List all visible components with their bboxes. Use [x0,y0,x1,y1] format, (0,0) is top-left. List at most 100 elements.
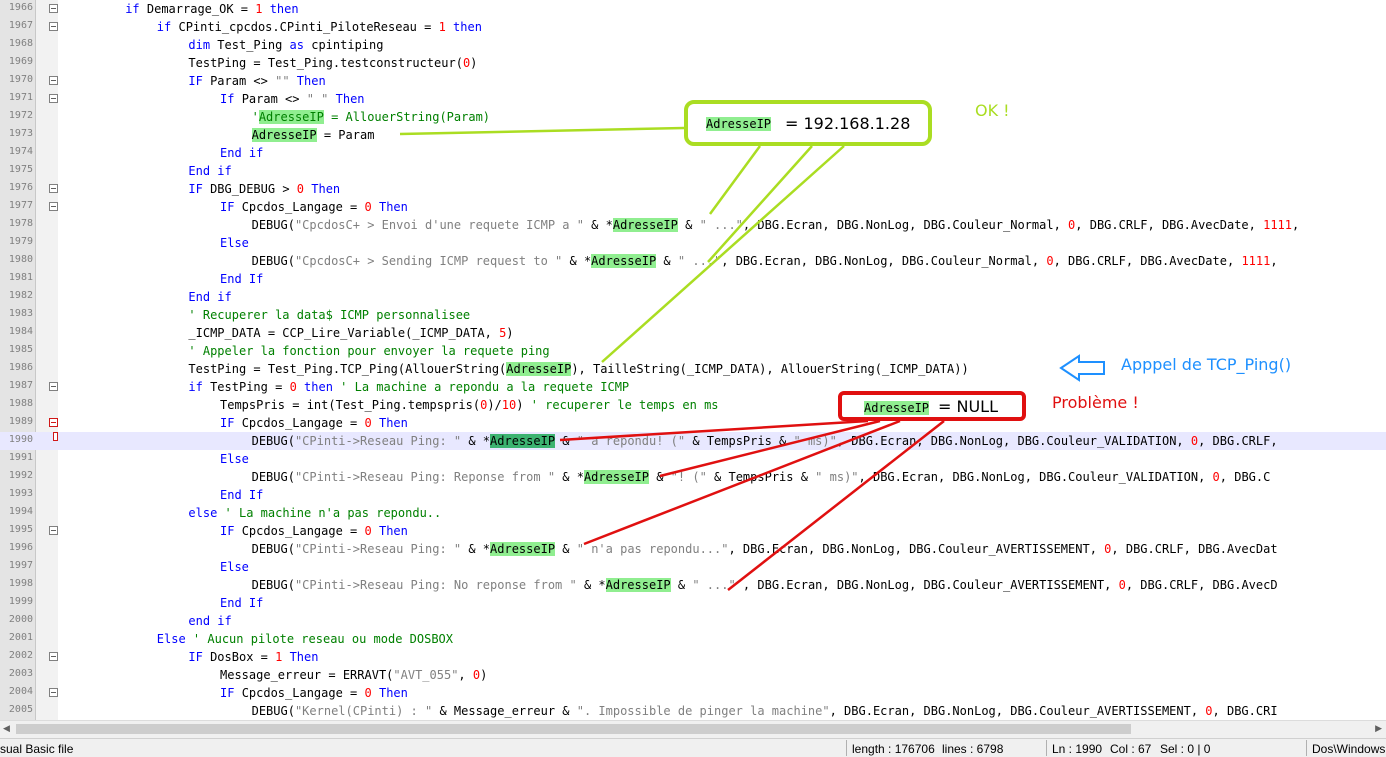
scrollbar-thumb[interactable] [16,724,1131,734]
call-annotation-text: Apppel de TCP_Ping() [1121,355,1292,374]
code-token: " ..." [677,254,722,268]
code-line[interactable]: 1984 _ICMP_DATA = CCP_Lire_Variable(_ICMP… [0,324,1386,342]
fold-toggle-icon[interactable] [49,22,58,31]
code-line[interactable]: 2001 Else ' Aucun pilote reseau ou mode D… [0,630,1386,648]
code-token: 1111 [1263,218,1293,232]
code-token: Then [282,650,319,664]
fold-toggle-icon[interactable] [49,202,58,211]
code-line[interactable]: 1975 End if [0,162,1386,180]
line-number: 1997 [8,560,33,571]
code-token: End If [220,272,264,286]
code-line[interactable]: 1974 End if [0,144,1386,162]
code-line[interactable]: 1979 Else [0,234,1386,252]
code-token: Test_Ping [217,38,290,52]
line-number: 1978 [8,218,33,229]
code-line[interactable]: 1994 else ' La machine n'a pas repondu.. [0,504,1386,522]
code-line[interactable]: 1980 DEBUG("CpcdosC+ > Sending ICMP reque… [0,252,1386,270]
code-line[interactable]: 1990 DEBUG("CPinti->Reseau Ping: " & *Adr… [0,432,1386,450]
code-line[interactable]: 1993 End If [0,486,1386,504]
fold-toggle-icon[interactable] [49,184,58,193]
code-token: End If [220,488,264,502]
code-line[interactable]: 1976 IF DBG_DEBUG > 0 Then [0,180,1386,198]
code-token: 0 [1118,578,1126,592]
code-line[interactable]: 1981 End If [0,270,1386,288]
code-line[interactable]: 1991 Else [0,450,1386,468]
code-token: & [677,218,700,232]
code-line[interactable]: 1977 IF Cpcdos_Langage = 0 Then [0,198,1386,216]
code-text: End if [188,163,231,179]
code-token: & [656,254,678,268]
code-line[interactable]: 1989 IF Cpcdos_Langage = 0 Then [0,414,1386,432]
code-text: Else ' Aucun pilote reseau ou mode DOSBO… [157,631,453,647]
horizontal-scrollbar[interactable]: ◀ ▶ [0,720,1386,738]
code-text: End If [220,271,263,287]
code-line[interactable]: 1968 dim Test_Ping as cpintiping [0,36,1386,54]
code-line[interactable]: 2000 end if [0,612,1386,630]
code-token: , DBG.CRLF, DBG.AvecDate, [1053,254,1242,268]
line-number: 2004 [8,686,33,697]
fold-toggle-icon[interactable] [49,418,58,427]
code-line[interactable]: 1970 IF Param <> "" Then [0,72,1386,90]
line-number: 1998 [8,578,33,589]
code-token: DBG_DEBUG > [210,182,297,196]
code-line[interactable]: 1966 if Demarrage_OK = 1 then [0,0,1386,18]
code-line[interactable]: 1982 End if [0,288,1386,306]
highlighted-token: AdresseIP [490,434,556,448]
code-token: ' recuperer le temps en ms [530,398,719,412]
fold-toggle-icon[interactable] [49,94,58,103]
code-line[interactable]: 1999 End If [0,594,1386,612]
code-line[interactable]: 1967 if CPinti_cpcdos.CPinti_PiloteReseau… [0,18,1386,36]
fold-toggle-icon[interactable] [49,688,58,697]
code-line[interactable]: 2005 DEBUG("Kernel(CPinti) : " & Message_… [0,702,1386,720]
scroll-right-icon[interactable]: ▶ [1375,724,1382,734]
null-annotation-label: AdresseIP [864,401,930,415]
ok-annotation-box: AdresseIP = 192.168.1.28 [684,100,932,146]
code-line[interactable]: 1995 IF Cpcdos_Langage = 0 Then [0,522,1386,540]
line-number: 1994 [8,506,33,517]
code-token: then [262,2,299,16]
code-token: ), TailleString(_ICMP_DATA), AllouerStri… [571,362,969,376]
code-token: Else [220,560,249,574]
code-token: ' Appeler la fonction pour envoyer la re… [188,344,550,358]
code-line[interactable]: 2002 IF DosBox = 1 Then [0,648,1386,666]
code-text: End if [188,289,231,305]
code-text: Message_erreur = ERRAVT("AVT_055", 0) [220,667,487,683]
code-token: "CpcdosC+ > Envoi d'une requete ICMP a " [294,218,584,232]
fold-toggle-icon[interactable] [49,652,58,661]
code-token: Message_erreur = ERRAVT( [220,668,394,682]
code-line[interactable]: 1992 DEBUG("CPinti->Reseau Ping: Reponse … [0,468,1386,486]
line-number: 1976 [8,182,33,193]
code-token: = Param [316,128,375,142]
code-line[interactable]: 2003 Message_erreur = ERRAVT("AVT_055", 0… [0,666,1386,684]
code-line[interactable]: 1998 DEBUG("CPinti->Reseau Ping: No repon… [0,576,1386,594]
code-line[interactable]: 1996 DEBUG("CPinti->Reseau Ping: " & *Adr… [0,540,1386,558]
code-token: ' La machine a repondu a la requete ICMP [340,380,630,394]
code-text: DEBUG("CPinti->Reseau Ping: Reponse from… [252,469,1270,485]
line-number: 1975 [8,164,33,175]
line-number: 1999 [8,596,33,607]
line-number: 1966 [8,2,33,13]
code-line[interactable]: 1983 ' Recuperer la data$ ICMP personnali… [0,306,1386,324]
fold-toggle-icon[interactable] [49,4,58,13]
code-line[interactable]: 2004 IF Cpcdos_Langage = 0 Then [0,684,1386,702]
ok-annotation-text: OK ! [975,101,1010,120]
code-line[interactable]: 1997 Else [0,558,1386,576]
code-token: DosBox = [210,650,276,664]
fold-toggle-icon[interactable] [49,382,58,391]
highlighted-token: AdresseIP [251,128,317,142]
code-line[interactable]: 1969 TestPing = Test_Ping.testconstructeu… [0,54,1386,72]
line-number: 1979 [8,236,33,247]
code-token: Cpcdos_Langage = [241,416,365,430]
code-token: 0 [364,416,372,430]
line-number: 1984 [8,326,33,337]
status-length: length : 176706 [852,742,935,756]
scroll-left-icon[interactable]: ◀ [3,724,10,734]
fold-toggle-icon[interactable] [49,76,58,85]
line-number: 1968 [8,38,33,49]
ok-annotation-label: AdresseIP [706,117,772,131]
code-line[interactable]: 1988 TempsPris = int(Test_Ping.tempspris(… [0,396,1386,414]
code-token: & [670,578,693,592]
code-line[interactable]: 1978 DEBUG("CpcdosC+ > Envoi d'une requet… [0,216,1386,234]
code-line[interactable]: 1987 if TestPing = 0 then ' La machine a … [0,378,1386,396]
fold-toggle-icon[interactable] [49,526,58,535]
